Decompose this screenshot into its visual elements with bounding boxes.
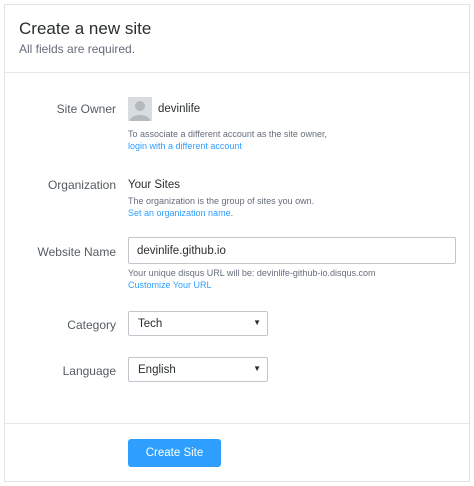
page-title: Create a new site bbox=[19, 19, 152, 38]
page-subtitle: All fields are required. bbox=[19, 42, 136, 56]
site-owner-label: Site Owner bbox=[56, 102, 116, 116]
chevron-down-icon: ▼ bbox=[253, 318, 261, 327]
panel-header: Create a new site All fields are require… bbox=[5, 5, 469, 73]
panel-footer: Create Site bbox=[5, 423, 469, 482]
language-select[interactable]: English ▼ bbox=[128, 357, 268, 382]
website-name-help: Your unique disqus URL will be: devinlif… bbox=[128, 267, 375, 291]
category-label: Category bbox=[67, 318, 116, 332]
owner-help-text: To associate a different account as the … bbox=[128, 129, 327, 139]
owner-username: devinlife bbox=[158, 103, 201, 115]
category-selected-value: Tech bbox=[138, 318, 163, 330]
owner-help: To associate a different account as the … bbox=[128, 128, 327, 152]
chevron-down-icon: ▼ bbox=[253, 364, 261, 373]
organization-help: The organization is the group of sites y… bbox=[128, 195, 314, 219]
category-select[interactable]: Tech ▼ bbox=[128, 311, 268, 336]
create-site-button[interactable]: Create Site bbox=[128, 439, 221, 467]
customize-url-link[interactable]: Customize Your URL bbox=[128, 280, 212, 290]
organization-help-text: The organization is the group of sites y… bbox=[128, 196, 315, 206]
website-name-input[interactable] bbox=[128, 237, 456, 264]
set-organization-name-link[interactable]: Set an organization name bbox=[128, 208, 231, 218]
organization-value: Your Sites bbox=[128, 179, 180, 191]
website-name-help-text: Your unique disqus URL will be: devinlif… bbox=[128, 268, 376, 278]
language-label: Language bbox=[62, 364, 116, 378]
user-avatar-icon bbox=[128, 97, 152, 121]
organization-help-suffix: . bbox=[230, 208, 234, 218]
login-different-account-link[interactable]: login with a different account bbox=[128, 141, 242, 151]
organization-label: Organization bbox=[47, 178, 116, 192]
language-selected-value: English bbox=[138, 364, 176, 376]
website-name-label: Website Name bbox=[37, 245, 116, 259]
create-site-panel: Create a new site All fields are require… bbox=[4, 4, 470, 482]
